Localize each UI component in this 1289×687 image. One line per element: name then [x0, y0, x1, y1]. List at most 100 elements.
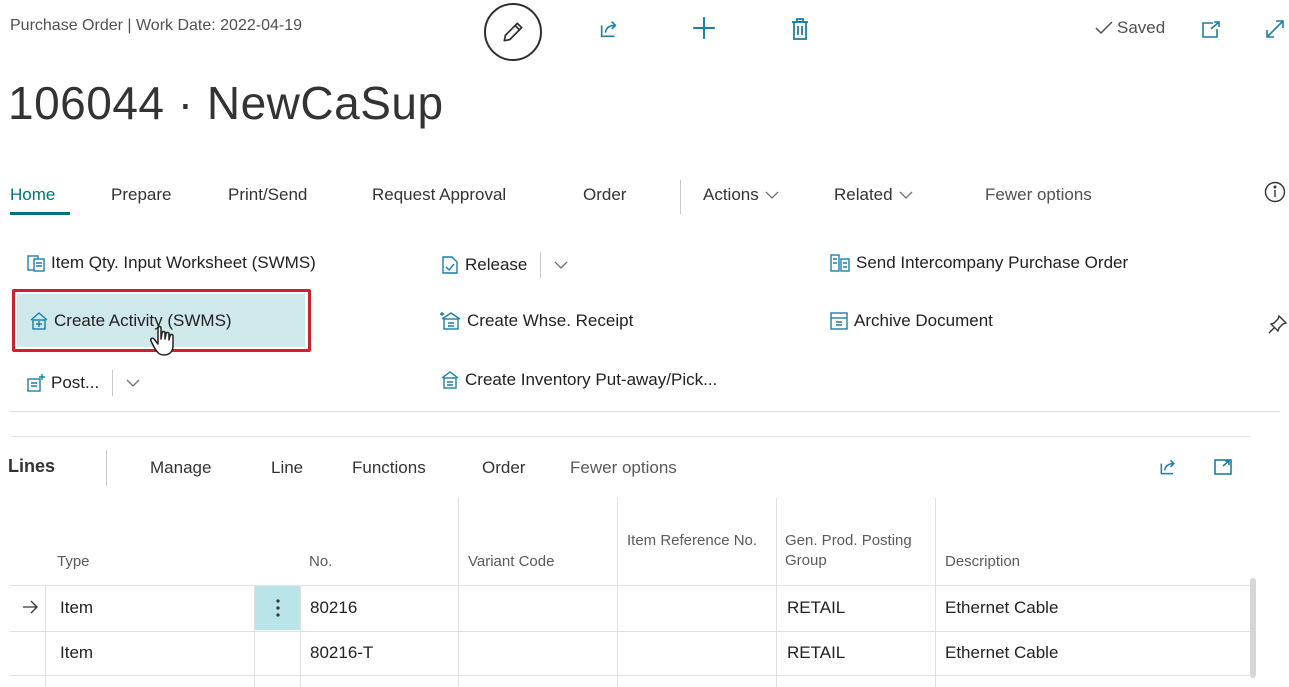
lines-tab-line[interactable]: Line	[271, 458, 303, 478]
expand-icon	[1214, 459, 1232, 475]
create-activity-label: Create Activity (SWMS)	[54, 310, 232, 330]
chevron-down-icon	[765, 191, 779, 199]
column-header-gen-prod-posting-group[interactable]: Gen. Prod. Posting Group	[785, 531, 915, 571]
send-intercompany-purchase-order-button[interactable]: Send Intercompany Purchase Order	[829, 253, 1128, 273]
lines-tab-order[interactable]: Order	[482, 458, 525, 478]
active-tab-underline	[10, 212, 70, 215]
worksheet-icon	[27, 255, 45, 272]
tab-related-label: Related	[834, 185, 893, 204]
post-icon	[27, 374, 45, 392]
archive-document-label: Archive Document	[854, 311, 993, 330]
archive-icon	[830, 312, 848, 330]
page-title: 106044 · NewCaSup	[8, 77, 444, 129]
chevron-down-icon[interactable]	[554, 261, 568, 270]
row-1-gen-prod-posting-group[interactable]: RETAIL	[787, 598, 845, 618]
share-icon	[1160, 459, 1175, 475]
item-qty-input-worksheet-button[interactable]: Item Qty. Input Worksheet (SWMS)	[26, 253, 316, 273]
delete-button[interactable]	[785, 14, 815, 44]
saved-label: Saved	[1117, 18, 1166, 37]
column-header-item-reference-no[interactable]: Item Reference No.	[627, 531, 767, 551]
lines-title[interactable]: Lines	[8, 456, 55, 477]
grid-row-line	[10, 631, 1250, 632]
page-caption: Purchase Order | Work Date: 2022-04-19	[10, 17, 302, 34]
column-header-variant-code[interactable]: Variant Code	[468, 552, 554, 572]
row-1-type[interactable]: Item	[60, 598, 93, 618]
lines-scrollbar[interactable]	[1250, 578, 1256, 678]
post-label: Post...	[51, 373, 100, 392]
row-arrow-icon	[23, 600, 38, 614]
lines-expand-button[interactable]	[1210, 454, 1236, 480]
tab-prepare[interactable]: Prepare	[111, 185, 171, 205]
saved-status: Saved	[1095, 18, 1165, 38]
release-split-divider	[540, 252, 542, 278]
open-new-window-icon	[1202, 21, 1220, 38]
grid-column-line	[45, 585, 46, 687]
grid-row-line	[10, 675, 1250, 676]
release-icon	[442, 256, 458, 274]
archive-document-button[interactable]: Archive Document	[829, 311, 993, 331]
post-button[interactable]: Post...	[26, 370, 140, 396]
check-icon	[1095, 21, 1113, 35]
share-button[interactable]	[594, 14, 624, 44]
create-activity-icon	[30, 311, 48, 330]
tab-fewer-options[interactable]: Fewer options	[985, 185, 1092, 205]
column-header-type[interactable]: Type	[57, 552, 90, 572]
tab-request-approval[interactable]: Request Approval	[372, 185, 506, 205]
open-new-window-button[interactable]	[1199, 18, 1223, 42]
grid-column-line	[935, 498, 936, 687]
send-intercompany-purchase-order-label: Send Intercompany Purchase Order	[856, 253, 1129, 272]
row-2-no[interactable]: 80216-T	[310, 643, 373, 663]
lines-title-divider	[106, 450, 107, 486]
tab-order[interactable]: Order	[583, 185, 626, 205]
grid-column-line	[300, 585, 301, 687]
share-icon	[600, 21, 617, 38]
create-inventory-putaway-pick-button[interactable]: Create Inventory Put-away/Pick...	[440, 370, 717, 390]
tab-actions-label: Actions	[703, 185, 759, 204]
hand-cursor-icon	[150, 325, 174, 356]
plus-icon	[693, 17, 715, 39]
tab-home[interactable]: Home	[10, 185, 55, 205]
tab-actions[interactable]: Actions	[703, 185, 779, 205]
create-inventory-putaway-pick-label: Create Inventory Put-away/Pick...	[465, 370, 718, 389]
lines-share-button[interactable]	[1155, 454, 1181, 480]
grid-column-line	[617, 498, 618, 687]
expand-icon	[1266, 20, 1284, 38]
column-header-description[interactable]: Description	[945, 552, 1020, 572]
column-header-no[interactable]: No.	[309, 552, 332, 572]
row-1-no[interactable]: 80216	[310, 598, 357, 618]
edit-button[interactable]	[484, 3, 542, 61]
create-whse-receipt-button[interactable]: Create Whse. Receipt	[440, 311, 633, 331]
grid-row-line	[10, 585, 1250, 586]
create-whse-receipt-label: Create Whse. Receipt	[467, 311, 634, 330]
info-icon	[1264, 181, 1286, 203]
pin-icon	[1268, 314, 1288, 334]
tabs-divider	[680, 180, 681, 214]
row-2-description[interactable]: Ethernet Cable	[945, 643, 1058, 663]
grid-column-line	[776, 498, 777, 687]
row-2-type[interactable]: Item	[60, 643, 93, 663]
new-button[interactable]	[688, 12, 720, 44]
row-2-gen-prod-posting-group[interactable]: RETAIL	[787, 643, 845, 663]
chevron-down-icon[interactable]	[126, 379, 140, 388]
chevron-down-icon	[899, 191, 913, 199]
release-button[interactable]: Release	[440, 252, 568, 278]
expand-button[interactable]	[1262, 16, 1288, 42]
intercompany-icon	[830, 254, 850, 272]
pin-action-bar-button[interactable]	[1266, 312, 1289, 336]
lines-tab-fewer-options[interactable]: Fewer options	[570, 458, 677, 478]
lines-tab-manage[interactable]: Manage	[150, 458, 211, 478]
row-1-more-button[interactable]	[255, 586, 300, 630]
release-label: Release	[465, 255, 528, 274]
tab-related[interactable]: Related	[834, 185, 913, 205]
grid-column-line	[458, 498, 459, 687]
item-qty-input-worksheet-label: Item Qty. Input Worksheet (SWMS)	[51, 253, 316, 272]
warehouse-receipt-icon	[440, 312, 461, 330]
edit-icon	[503, 22, 523, 42]
lines-tab-functions[interactable]: Functions	[352, 458, 426, 478]
row-1-description[interactable]: Ethernet Cable	[945, 598, 1058, 618]
post-split-divider	[112, 370, 114, 396]
info-button[interactable]	[1263, 180, 1287, 204]
tab-print-send[interactable]: Print/Send	[228, 185, 307, 205]
more-dots-icon	[275, 599, 280, 617]
action-bar-separator	[10, 411, 1280, 412]
